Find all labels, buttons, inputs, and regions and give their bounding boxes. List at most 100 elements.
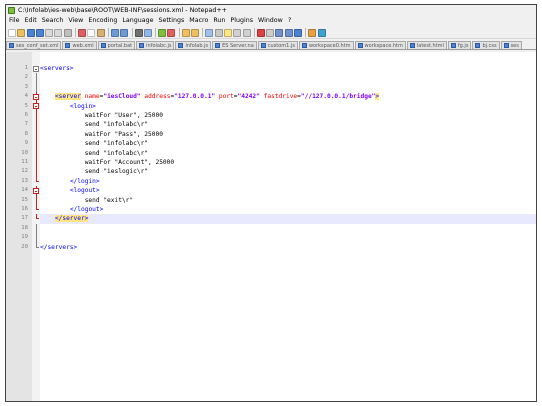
- menu-macro[interactable]: Macro: [189, 17, 208, 24]
- menu-help[interactable]: ?: [288, 17, 291, 24]
- file-tab[interactable]: ES Server.na: [212, 41, 257, 49]
- undo-icon[interactable]: [110, 28, 119, 37]
- save-macro-icon[interactable]: [294, 28, 303, 37]
- menu-plugins[interactable]: Plugins: [230, 17, 253, 24]
- code-token: "//127.0.0.1/bridge": [300, 93, 376, 101]
- file-tab-label: workspace.htm: [364, 42, 403, 49]
- redo-icon[interactable]: [120, 28, 129, 37]
- saved-file-icon: [450, 43, 456, 48]
- menu-encoding[interactable]: Encoding: [88, 17, 117, 24]
- indent-guide-icon[interactable]: [223, 28, 232, 37]
- doc-map-icon[interactable]: [233, 28, 242, 37]
- title-bar[interactable]: C:\Infolab\ies-web\base\ROOT\WEB-INF\ses…: [6, 5, 536, 15]
- code-line[interactable]: <login>: [40, 102, 536, 111]
- code-line[interactable]: waitFor "Pass", 25000: [40, 130, 536, 139]
- word-wrap-icon[interactable]: [205, 28, 214, 37]
- code-token: <login>: [69, 102, 96, 110]
- code-line[interactable]: [40, 224, 536, 233]
- plugin-icon[interactable]: [317, 28, 326, 37]
- code-token: waitFor "User", 25000: [40, 112, 163, 119]
- function-list-icon[interactable]: [242, 28, 251, 37]
- fold-toggle-icon[interactable]: [33, 101, 39, 111]
- cut-icon[interactable]: [78, 28, 87, 37]
- code-line[interactable]: <server name="iesCloud" address="127.0.0…: [40, 92, 536, 101]
- saved-file-icon: [357, 43, 363, 48]
- code-line[interactable]: </login>: [40, 177, 536, 186]
- menu-view[interactable]: View: [68, 17, 83, 24]
- window-title: C:\Infolab\ies-web\base\ROOT\WEB-INF\ses…: [18, 6, 227, 14]
- line-number: 19: [21, 234, 28, 241]
- close-icon[interactable]: [45, 28, 54, 37]
- run-multiple-icon[interactable]: [284, 28, 293, 37]
- code-line[interactable]: [40, 83, 536, 92]
- editor[interactable]: 1 2 3 4 5 6 7 8 9 10 11 12 13 14 15 16 17 18 19 20 <servers…: [6, 52, 536, 401]
- file-tab-label: ses_conf_set.xml: [16, 42, 59, 49]
- code-line[interactable]: </servers>: [40, 243, 536, 252]
- file-tab-label: ses: [510, 42, 519, 49]
- sync-vertical-icon[interactable]: [181, 28, 190, 37]
- copy-icon[interactable]: [87, 28, 96, 37]
- file-tab-label: ES Server.na: [222, 42, 254, 49]
- file-tab[interactable]: portal.bat: [97, 41, 136, 49]
- file-tab[interactable]: workspace.htm: [354, 41, 406, 49]
- replace-icon[interactable]: [143, 28, 152, 37]
- file-tab-label: latest.html: [416, 42, 444, 49]
- menu-run[interactable]: Run: [213, 17, 225, 24]
- code-token: waitFor "Pass", 25000: [40, 130, 163, 138]
- code-line[interactable]: send "ieslogic\r": [40, 167, 536, 176]
- code-line[interactable]: waitFor "User", 25000: [40, 111, 536, 120]
- save-icon[interactable]: [26, 28, 35, 37]
- code-line[interactable]: </logout>: [40, 205, 536, 214]
- file-tab[interactable]: web.xml: [62, 41, 97, 49]
- file-tab[interactable]: ses_conf_set.xml: [6, 41, 62, 49]
- line-number: 8: [24, 130, 28, 137]
- file-tab[interactable]: infolabc.js: [136, 41, 175, 49]
- menu-file[interactable]: File: [9, 17, 20, 24]
- code-line[interactable]: send "infolabc\r": [40, 120, 536, 129]
- file-tab[interactable]: fg.js: [447, 41, 472, 49]
- sync-horizontal-icon[interactable]: [191, 28, 200, 37]
- zoom-in-icon[interactable]: [158, 28, 167, 37]
- menu-edit[interactable]: Edit: [25, 17, 37, 24]
- line-number: 1: [24, 65, 28, 71]
- print-icon[interactable]: [63, 28, 72, 37]
- menu-language[interactable]: Language: [122, 17, 153, 24]
- file-tab[interactable]: custom1.js: [257, 41, 298, 49]
- fold-toggle-icon[interactable]: [33, 186, 39, 196]
- line-number: 14: [21, 187, 28, 194]
- code-token: send "infolabc\r": [40, 140, 149, 148]
- text-area[interactable]: <servers> <server name="iesCloud" addres…: [40, 52, 536, 401]
- file-tab[interactable]: ses: [500, 41, 522, 49]
- fold-toggle-icon[interactable]: [33, 64, 39, 73]
- zoom-out-icon[interactable]: [167, 28, 176, 37]
- code-line[interactable]: [40, 233, 536, 242]
- show-all-chars-icon[interactable]: [214, 28, 223, 37]
- file-tab[interactable]: bj.css: [472, 41, 500, 49]
- file-tab[interactable]: workspace0.htm: [298, 41, 354, 49]
- code-line[interactable]: [40, 73, 536, 82]
- file-tab[interactable]: latest.html: [406, 41, 447, 49]
- code-line[interactable]: send "infolabc\r": [40, 149, 536, 158]
- file-tab[interactable]: infolab.js: [175, 41, 212, 49]
- menu-window[interactable]: Window: [258, 17, 283, 24]
- open-file-icon[interactable]: [17, 28, 26, 37]
- menu-settings[interactable]: Settings: [158, 17, 184, 24]
- record-macro-icon[interactable]: [256, 28, 265, 37]
- code-token: <server: [54, 93, 81, 101]
- playback-icon[interactable]: [275, 28, 284, 37]
- code-line[interactable]: <servers>: [40, 64, 536, 73]
- fold-toggle-icon[interactable]: [33, 92, 39, 102]
- stop-record-icon[interactable]: [266, 28, 275, 37]
- new-file-icon[interactable]: [8, 28, 16, 37]
- code-line[interactable]: send "infolabc\r": [40, 139, 536, 148]
- current-code-line[interactable]: </server>: [40, 214, 536, 224]
- save-all-icon[interactable]: [35, 28, 44, 37]
- close-all-icon[interactable]: [54, 28, 63, 37]
- menu-search[interactable]: Search: [42, 17, 64, 24]
- code-line[interactable]: <logout>: [40, 186, 536, 195]
- code-line[interactable]: waitFor "Account", 25000: [40, 158, 536, 167]
- find-icon[interactable]: [134, 28, 143, 37]
- spell-check-icon[interactable]: [308, 28, 317, 37]
- paste-icon[interactable]: [96, 28, 105, 37]
- code-line[interactable]: send "exit\r": [40, 196, 536, 205]
